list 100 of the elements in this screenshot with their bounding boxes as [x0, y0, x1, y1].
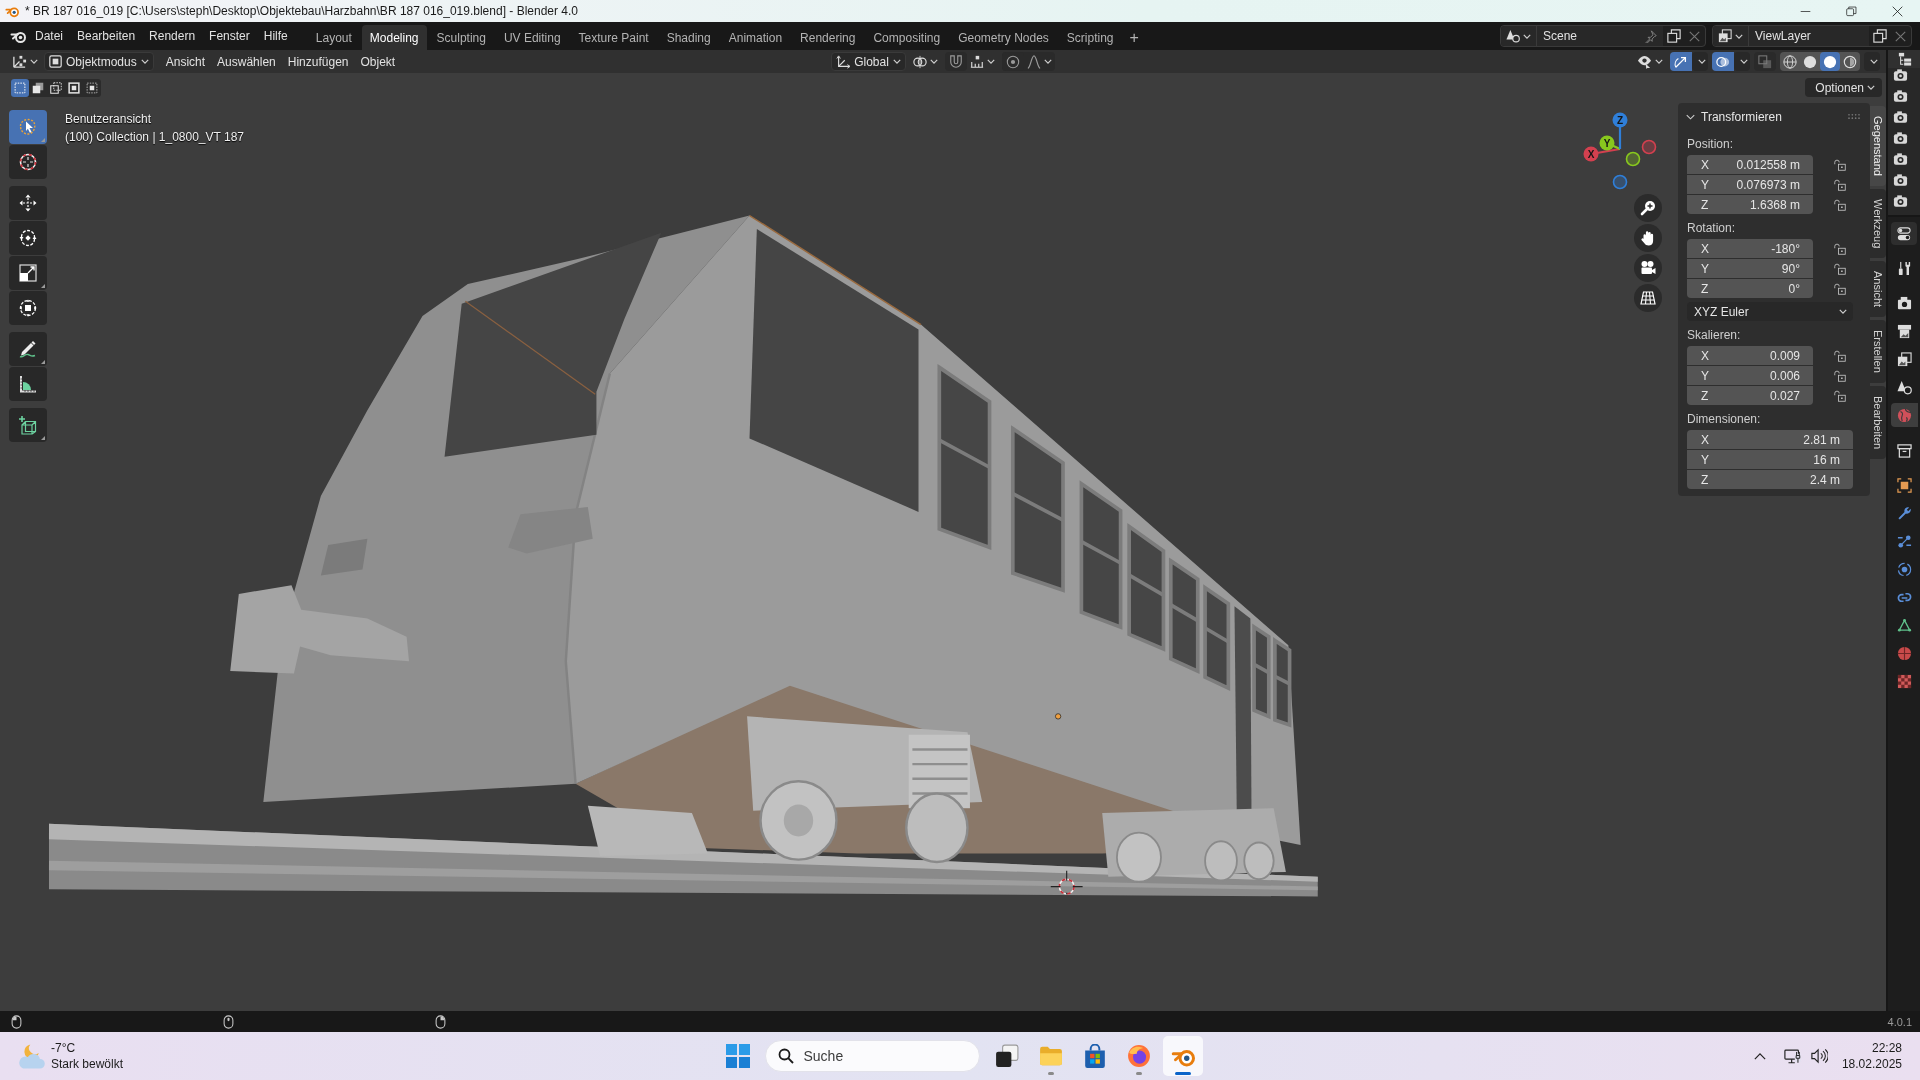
weather-temperature[interactable]: -7°C	[51, 1040, 124, 1056]
number-field[interactable]: Z 0°	[1687, 279, 1813, 298]
gizmo-negative-axis-handle[interactable]	[1612, 174, 1628, 190]
tool-button[interactable]	[9, 367, 47, 401]
tool-button[interactable]	[9, 221, 47, 255]
header-menu[interactable]: Ansicht	[159, 52, 212, 71]
perspective-toggle[interactable]	[1634, 284, 1662, 312]
camera-icon[interactable]	[1893, 173, 1908, 187]
zoom-button[interactable]	[1634, 194, 1662, 222]
tool-button[interactable]	[9, 145, 47, 179]
editor-type-button[interactable]	[1891, 222, 1917, 245]
gizmo-toggle[interactable]	[1670, 52, 1692, 71]
menu-item[interactable]: Fenster	[202, 25, 257, 47]
number-field[interactable]: X 0.009	[1687, 346, 1813, 365]
workspace-tab[interactable]: Sculpting	[428, 25, 494, 50]
weather-condition[interactable]: Stark bewölkt	[51, 1056, 124, 1072]
view-layer-browse-button[interactable]	[1713, 26, 1749, 46]
header-menu[interactable]: Objekt	[354, 52, 402, 71]
camera-icon[interactable]	[1893, 194, 1908, 208]
number-field[interactable]: Z 0.027	[1687, 386, 1813, 405]
number-field[interactable]: Z 2.4 m	[1687, 470, 1853, 489]
options-dropdown[interactable]: Optionen	[1805, 78, 1882, 97]
padlock-open-icon[interactable]	[1834, 282, 1846, 295]
padlock-open-icon[interactable]	[1834, 262, 1846, 275]
camera-view-button[interactable]	[1634, 254, 1662, 282]
tool-button[interactable]	[9, 291, 47, 325]
camera-icon[interactable]	[1893, 68, 1908, 82]
number-field[interactable]: Z 1.6368 m	[1687, 195, 1813, 214]
workspace-tab[interactable]: Animation	[720, 25, 791, 50]
workspace-tab[interactable]: Layout	[307, 25, 360, 50]
shading-mode-button[interactable]	[1780, 52, 1800, 71]
workspace-tab[interactable]: Rendering	[792, 25, 864, 50]
sidebar-tab[interactable]: Erstellen	[1870, 320, 1886, 384]
workspace-tab[interactable]: UV Editing	[495, 25, 569, 50]
workspace-tab[interactable]: Geometry Nodes	[950, 25, 1057, 50]
network-icon[interactable]	[1783, 1048, 1802, 1064]
gizmo-options-button[interactable]	[1692, 52, 1708, 71]
number-field[interactable]: Y 90°	[1687, 259, 1813, 278]
shading-options-button[interactable]	[1864, 52, 1880, 71]
gizmo-axis[interactable]: Z	[1612, 112, 1628, 149]
number-field[interactable]: X -180°	[1687, 239, 1813, 258]
chevron-up-icon[interactable]	[1753, 1052, 1766, 1060]
number-field[interactable]: Y 0.006	[1687, 366, 1813, 385]
gizmo-negative-axis-handle[interactable]	[1625, 151, 1641, 167]
header-menu[interactable]: Hinzufügen	[281, 52, 355, 71]
scene-browse-button[interactable]	[1501, 26, 1537, 46]
clock-time[interactable]: 22:28	[1871, 1040, 1902, 1056]
clock-date[interactable]: 18.02.2025	[1841, 1056, 1902, 1072]
workspace-tab[interactable]: Scripting	[1058, 25, 1122, 50]
sidebar-tab[interactable]: Ansicht	[1870, 261, 1886, 318]
camera-icon[interactable]	[1893, 152, 1908, 166]
overlay-toggle[interactable]	[1712, 52, 1734, 71]
number-field[interactable]: X 0.012558 m	[1687, 155, 1813, 174]
workspace-tab[interactable]: Texture Paint	[570, 25, 657, 50]
workspace-tab[interactable]: Compositing	[865, 25, 949, 50]
3d-cursor-icon[interactable]	[1050, 870, 1084, 896]
tool-button[interactable]	[9, 186, 47, 220]
number-field[interactable]: X 2.81 m	[1687, 430, 1853, 449]
camera-icon[interactable]	[1893, 110, 1908, 124]
xray-toggle[interactable]	[1754, 52, 1776, 71]
sidebar-tab[interactable]: Bearbeiten	[1870, 386, 1886, 460]
menu-item[interactable]: Datei	[28, 25, 70, 47]
sidebar-tab[interactable]: Werkzeug	[1870, 188, 1886, 259]
number-field[interactable]: Y 16 m	[1687, 450, 1853, 469]
view-layer-name-field[interactable]: ViewLayer	[1749, 26, 1869, 46]
pan-button[interactable]	[1634, 224, 1662, 252]
padlock-open-icon[interactable]	[1834, 158, 1846, 171]
menu-item[interactable]: Hilfe	[256, 25, 295, 47]
editor-type-button[interactable]	[1896, 50, 1914, 68]
workspace-tab[interactable]: Shading	[658, 25, 719, 50]
add-workspace-button[interactable]: +	[1123, 25, 1145, 50]
sidebar-tab[interactable]: Gegenstand	[1870, 106, 1886, 186]
camera-icon[interactable]	[1893, 89, 1908, 103]
number-field[interactable]: Y 0.076973 m	[1687, 175, 1813, 194]
select-mode-button[interactable]	[11, 78, 29, 97]
menu-item[interactable]: Rendern	[142, 25, 203, 47]
padlock-open-icon[interactable]	[1834, 389, 1846, 402]
padlock-open-icon[interactable]	[1834, 178, 1846, 191]
header-menu[interactable]: Auswählen	[211, 52, 282, 71]
panel-header[interactable]: Transformieren	[1686, 106, 1782, 127]
mode-dropdown[interactable]: Objektmodus	[44, 52, 154, 71]
menu-item[interactable]: Bearbeiten	[70, 25, 143, 47]
camera-icon[interactable]	[1893, 131, 1908, 145]
tool-button[interactable]	[9, 256, 47, 290]
padlock-open-icon[interactable]	[1834, 369, 1846, 382]
search-field[interactable]: Suche	[764, 1040, 980, 1072]
pin-icon[interactable]	[1644, 29, 1657, 43]
overlay-options-button[interactable]	[1734, 52, 1750, 71]
padlock-open-icon[interactable]	[1834, 349, 1846, 362]
speaker-icon[interactable]	[1809, 1048, 1828, 1064]
gizmo-negative-axis-handle[interactable]	[1641, 139, 1657, 155]
tool-button[interactable]	[9, 332, 47, 366]
tool-button[interactable]	[9, 408, 47, 442]
padlock-open-icon[interactable]	[1834, 198, 1846, 211]
scene-name-field[interactable]: Scene	[1537, 26, 1663, 46]
shading-mode-button[interactable]	[1820, 52, 1840, 71]
workspace-tab[interactable]: Modeling	[361, 25, 427, 50]
rotation-mode-dropdown[interactable]: XYZ Euler	[1687, 302, 1853, 321]
orientation-dropdown[interactable]: Global	[831, 52, 906, 71]
padlock-open-icon[interactable]	[1834, 242, 1846, 255]
